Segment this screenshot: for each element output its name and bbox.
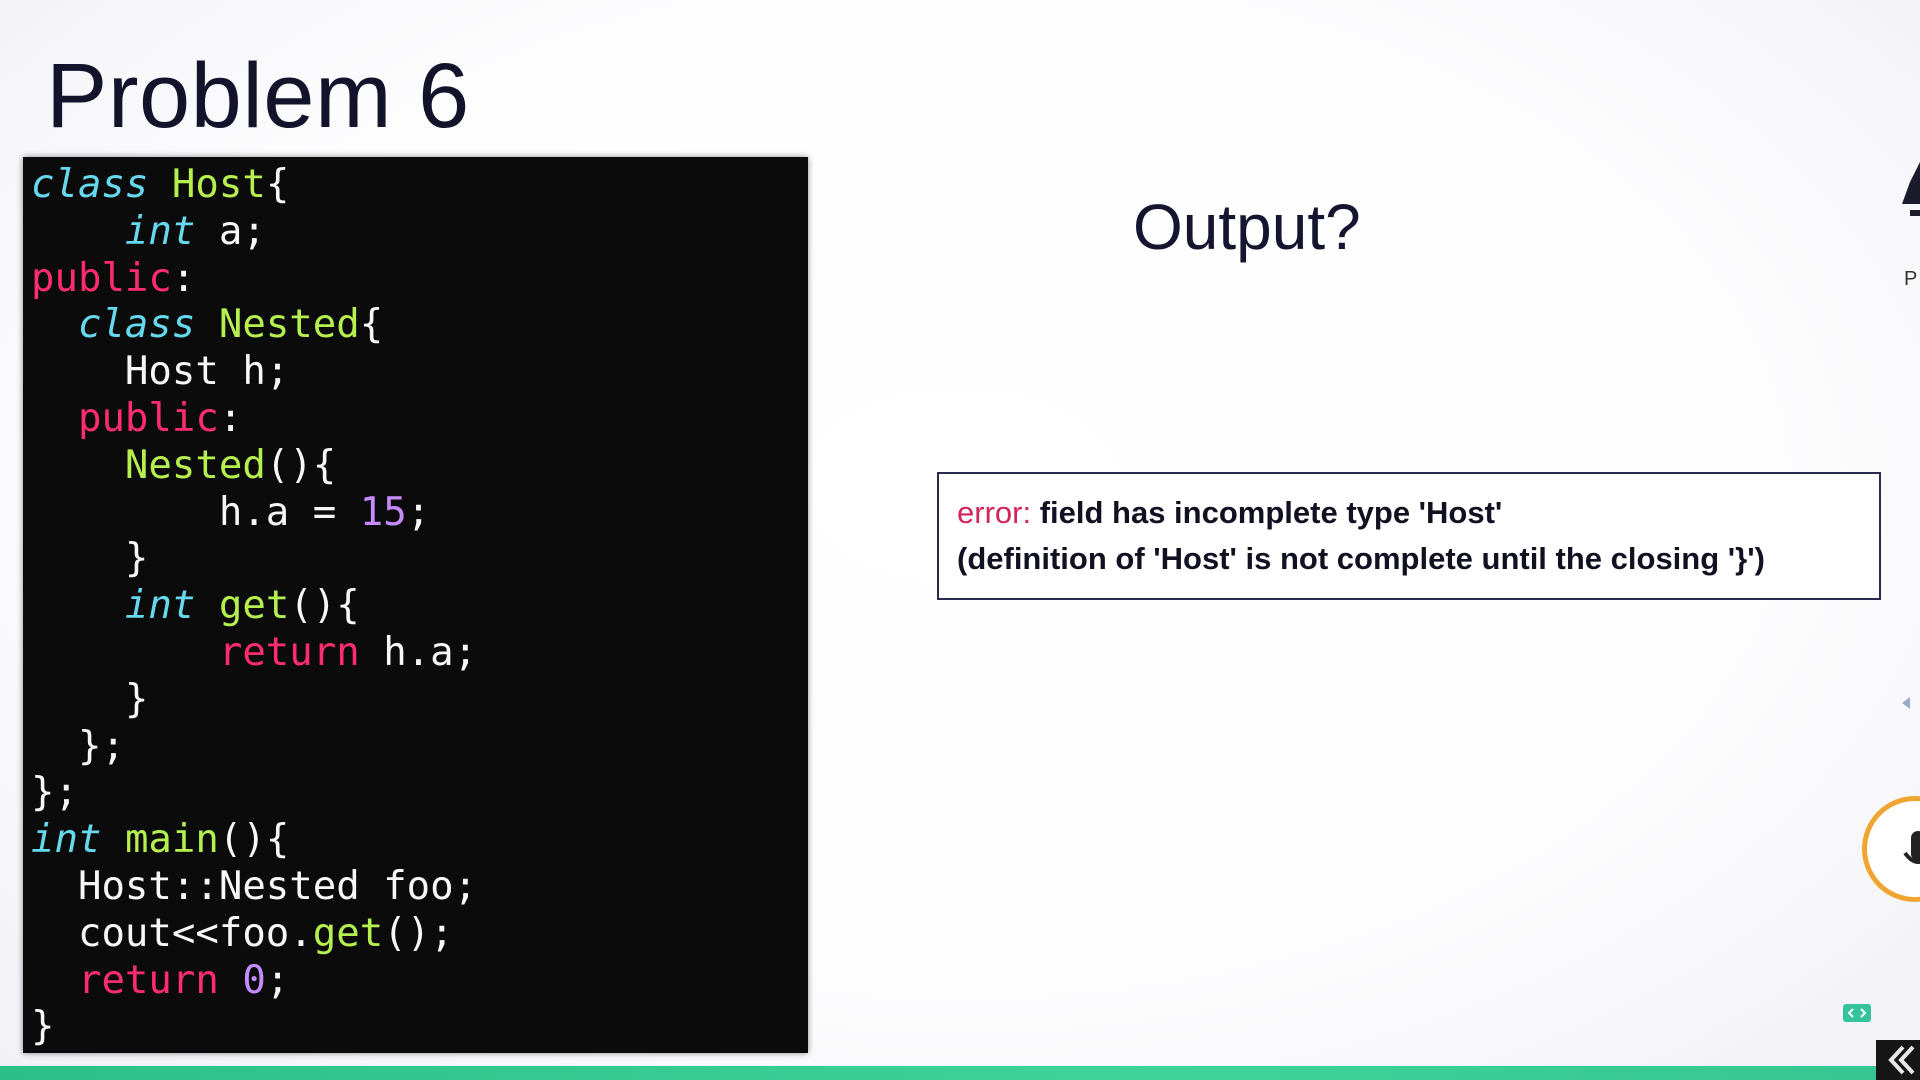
presentation-slide: Problem 6 class Host{ int a; public: cla… bbox=[0, 0, 1920, 1080]
code-line-18: return 0; bbox=[77, 957, 290, 1003]
code-line-4: class Nested{ bbox=[77, 302, 384, 348]
keyword-int: int bbox=[31, 817, 102, 863]
code-line-9: } bbox=[31, 536, 149, 582]
error-detail: (definition of 'Host' is not complete un… bbox=[957, 541, 1765, 576]
slide-title: Problem 6 bbox=[46, 45, 470, 147]
keyword-int: int bbox=[124, 208, 196, 254]
constructor-nested: Nested bbox=[124, 442, 266, 488]
code-line-1: class Host{ bbox=[31, 162, 290, 207]
code-embed-icon[interactable] bbox=[1843, 1004, 1871, 1022]
class-name-host: Host bbox=[171, 162, 266, 207]
code-line-16: Host::Nested foo; bbox=[31, 863, 478, 909]
number-15: 15 bbox=[359, 489, 407, 535]
code-line-5: Host h; bbox=[31, 349, 290, 395]
keyword-class: class bbox=[77, 302, 196, 348]
code-panel: class Host{ int a; public: class Nested{… bbox=[23, 157, 808, 1053]
microphone-glyph-icon bbox=[1903, 831, 1920, 864]
edge-letter: P bbox=[1904, 268, 1918, 290]
output-question: Output? bbox=[1133, 191, 1361, 263]
code-line-14: }; bbox=[31, 770, 78, 816]
number-0: 0 bbox=[242, 957, 266, 1003]
keyword-public: public bbox=[77, 395, 219, 441]
progress-bar bbox=[0, 1066, 1920, 1080]
error-message: field has incomplete type 'Host' bbox=[1031, 495, 1503, 530]
microphone-icon[interactable] bbox=[1862, 796, 1920, 902]
edge-avatar-icon bbox=[1902, 162, 1920, 216]
code-line-10: int get(){ bbox=[124, 583, 360, 629]
code-line-3: public: bbox=[31, 255, 196, 301]
code-line-7: Nested(){ bbox=[124, 442, 337, 488]
code-line-8: h.a = 15; bbox=[31, 489, 431, 535]
chevron-left-icon bbox=[1888, 1045, 1915, 1075]
side-collapse-arrow-icon[interactable] bbox=[1902, 697, 1910, 709]
back-button[interactable] bbox=[1876, 1040, 1920, 1080]
function-get-call: get bbox=[312, 910, 384, 956]
code-line-17: cout<<foo.get(); bbox=[31, 910, 454, 956]
code-line-6: public: bbox=[77, 395, 243, 441]
keyword-return: return bbox=[77, 957, 219, 1003]
code-line-19: } bbox=[31, 1004, 55, 1050]
code-block: class Host{ int a; public: class Nested{… bbox=[31, 162, 477, 1051]
error-message-box: error: field has incomplete type 'Host' … bbox=[937, 472, 1881, 600]
code-line-12: } bbox=[31, 676, 149, 722]
error-label: error: bbox=[957, 495, 1032, 530]
function-main: main bbox=[124, 817, 219, 863]
error-line-1: error: field has incomplete type 'Host' bbox=[957, 490, 1861, 536]
code-line-2: int a; bbox=[124, 208, 266, 254]
class-name-nested: Nested bbox=[218, 302, 360, 348]
function-get: get bbox=[218, 583, 290, 629]
code-line-11: return h.a; bbox=[218, 629, 478, 675]
keyword-class: class bbox=[31, 162, 149, 207]
code-line-15: int main(){ bbox=[31, 817, 290, 863]
keyword-public: public bbox=[31, 255, 172, 301]
code-line-13: }; bbox=[31, 723, 125, 769]
keyword-int: int bbox=[124, 583, 196, 629]
keyword-return: return bbox=[218, 629, 360, 675]
code-brackets-icon bbox=[1847, 1008, 1867, 1018]
